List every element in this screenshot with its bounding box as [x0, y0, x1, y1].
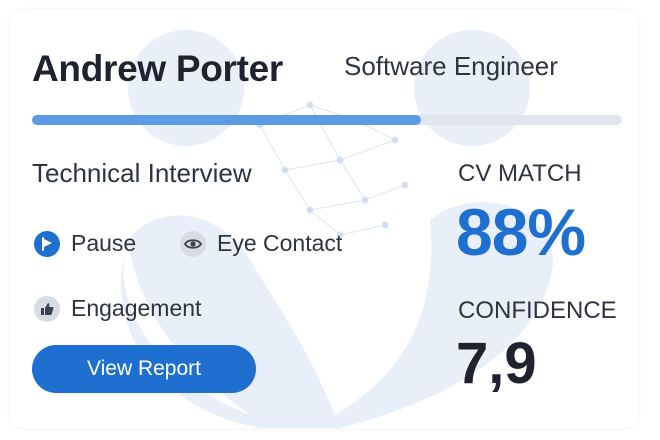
- play-flag-icon: [34, 230, 60, 257]
- cv-match-label: CV MATCH: [458, 160, 582, 187]
- thumbs-up-icon: [34, 295, 60, 322]
- metric-eye-contact-label: Eye Contact: [217, 230, 343, 256]
- confidence-value: 7,9: [456, 331, 537, 396]
- interview-progress-fill: [32, 115, 422, 125]
- candidate-card: Andrew Porter Software Engineer Technica…: [10, 10, 638, 428]
- confidence-label: CONFIDENCE: [458, 297, 617, 324]
- view-report-button[interactable]: View Report: [32, 345, 256, 393]
- interview-type-label: Technical Interview: [32, 158, 252, 188]
- metric-pause: Pause: [34, 230, 136, 257]
- candidate-name: Andrew Porter: [32, 48, 284, 89]
- metric-engagement: Engagement: [34, 295, 201, 322]
- metric-eye-contact: Eye Contact: [180, 230, 342, 257]
- interview-progress-bar: [32, 115, 622, 125]
- metric-pause-label: Pause: [71, 230, 137, 256]
- eye-icon: [180, 230, 206, 257]
- metric-engagement-label: Engagement: [71, 295, 202, 321]
- candidate-role: Software Engineer: [344, 51, 558, 81]
- cv-match-value: 88%: [456, 195, 586, 269]
